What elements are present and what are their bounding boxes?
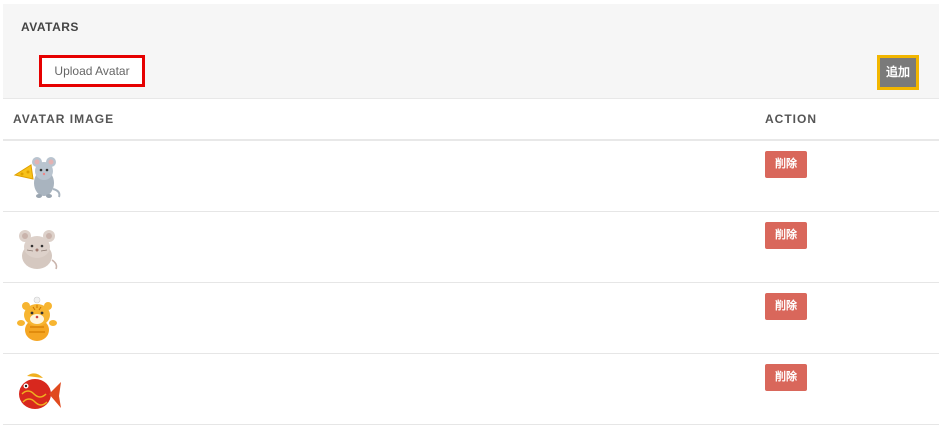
- add-button[interactable]: 追加: [877, 55, 919, 90]
- delete-button[interactable]: 削除: [765, 151, 807, 178]
- table-row: 削除: [3, 354, 939, 425]
- table-row: 削除: [3, 283, 939, 354]
- delete-button[interactable]: 削除: [765, 222, 807, 249]
- panel-header: AVATARS Upload Avatar 追加: [3, 4, 939, 99]
- avatars-panel: AVATARS Upload Avatar 追加 AVATAR IMAGE AC…: [3, 4, 939, 425]
- upload-avatar-button[interactable]: Upload Avatar: [39, 55, 145, 87]
- delete-button[interactable]: 削除: [765, 293, 807, 320]
- mouse-icon: [13, 222, 63, 272]
- delete-button[interactable]: 削除: [765, 364, 807, 391]
- column-header-avatar-image: AVATAR IMAGE: [13, 112, 115, 126]
- table-row: 削除: [3, 141, 939, 212]
- table-row: 削除: [3, 212, 939, 283]
- fish-icon: [13, 364, 63, 414]
- tiger-icon: [13, 293, 63, 343]
- table-header: AVATAR IMAGE ACTION: [3, 99, 939, 141]
- column-header-action: ACTION: [765, 112, 817, 126]
- section-title: AVATARS: [21, 20, 79, 34]
- mouse-with-cheese-icon: [13, 151, 63, 201]
